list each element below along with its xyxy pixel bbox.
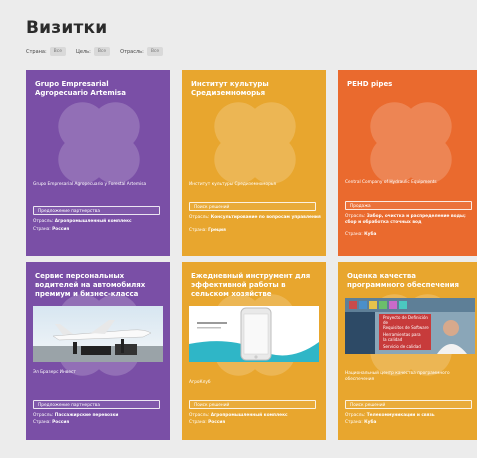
filter-country-select[interactable]: Все [49,47,67,56]
card-1[interactable]: Grupo Empresarial Agropecuario Artemisa … [26,70,170,256]
country-value: Греция [208,228,226,233]
industry-value: Пассажирские перевозки [54,413,119,418]
filter-bar: Страна: Все Цель: Все Отрасль: Все [26,47,173,56]
filter-industry-select[interactable]: Все [146,47,164,56]
business-cards-page: Визитки Страна: Все Цель: Все Отрасль: В… [0,0,477,458]
card-action-button[interactable]: Поиск решений [189,400,316,409]
card-organization: Институт культуры Средиземноморья [189,182,277,187]
card-organization: Национальный центр качества программного… [345,371,450,382]
filter-industry-label: Отрасль: [120,48,144,55]
card-3[interactable]: PEHD pipes Central Company of Hydraulic … [338,70,477,256]
country-label: Страна: [345,420,363,425]
smartphone-illustration [189,306,319,362]
country-value: Куба [364,420,377,425]
card-industry: Отрасль: Агропромышленный комплекс [189,413,321,419]
country-value: Куба [364,232,377,237]
country-value: Россия [208,420,226,425]
card-action-button[interactable]: Предложение партнерства [33,400,160,409]
card-organization: АгроКлуб [189,380,211,385]
card-5[interactable]: Ежедневный инструмент для эффективной ра… [182,262,326,440]
card-image-jet [33,306,163,362]
filter-industry: Отрасль: Все [120,47,164,56]
card-image-presentation: Proyecto de Definición de Requisitos de … [345,298,475,354]
card-industry: Отрасль: Телекоммуникации и связь [345,413,477,419]
country-value: Россия [52,420,70,425]
country-value: Россия [52,227,70,232]
industry-value: Консультирование по вопросам управления [210,215,321,220]
presentation-slide-text: Proyecto de Definición de Requisitos de … [383,315,433,349]
slide-line: Requisitos de Software [383,325,429,330]
card-country: Страна: Куба [345,420,477,426]
industry-label: Отрасль: [33,413,54,418]
industry-label: Отрасль: [189,413,210,418]
card-title: Grupo Empresarial Agropecuario Artemisa [35,80,126,97]
card-organization: Эл Бразерс Инвест [33,370,76,375]
industry-value: Агропромышленный комплекс [210,413,288,418]
card-6[interactable]: Оценка качества программного обеспечения… [338,262,477,440]
industry-label: Отрасль: [345,413,366,418]
card-action-button[interactable]: Продажа [345,201,472,210]
filter-goal-select[interactable]: Все [93,47,111,56]
card-title: Институт культуры Средиземноморья [191,80,269,97]
industry-label: Отрасль: [345,214,366,219]
card-image-phone [189,306,319,362]
private-jet-photo [33,306,163,362]
country-label: Страна: [345,232,363,237]
filter-country: Страна: Все [26,47,67,56]
card-industry: Отрасль: Пассажирские перевозки [33,413,165,419]
card-title: PEHD pipes [347,80,393,88]
card-industry: Отрасль: Забор, очистка и распределение … [345,214,477,226]
card-country: Страна: Куба [345,232,477,238]
slide-line: Proyecto de Definición de [383,315,428,325]
industry-value: Агропромышленный комплекс [54,219,132,224]
filter-country-label: Страна: [26,48,47,55]
card-action-button[interactable]: Поиск решений [345,400,472,409]
industry-value: Телекоммуникации и связь [366,413,435,418]
industry-label: Отрасль: [189,215,210,220]
card-organization: Grupo Empresarial Agropecuario y Foresta… [33,182,147,187]
country-label: Страна: [33,227,51,232]
country-label: Страна: [33,420,51,425]
page-title: Визитки [26,18,108,38]
industry-label: Отрасль: [33,219,54,224]
card-4[interactable]: Сервис персональных водителей на автомоб… [26,262,170,440]
card-action-button[interactable]: Поиск решений [189,202,316,211]
country-label: Страна: [189,420,207,425]
filter-goal: Цель: Все [76,47,111,56]
slide-line: la calidad [383,337,403,342]
card-industry: Отрасль: Консультирование по вопросам уп… [189,215,321,221]
card-title: Ежедневный инструмент для эффективной ра… [191,272,311,298]
card-country: Страна: Россия [189,420,321,426]
country-label: Страна: [189,228,207,233]
card-title: Оценка качества программного обеспечения [347,272,460,289]
card-industry: Отрасль: Агропромышленный комплекс [33,219,165,225]
card-country: Страна: Россия [33,420,165,426]
slide-line: Servicio de calidad [383,344,421,349]
card-country: Страна: Греция [189,228,321,234]
card-2[interactable]: Институт культуры Средиземноморья Инстит… [182,70,326,256]
card-title: Сервис персональных водителей на автомоб… [35,272,146,298]
card-country: Страна: Россия [33,227,165,233]
card-action-button[interactable]: Предложение партнерства [33,206,160,215]
card-organization: Central Company of Hydraulic Equipments [345,180,437,185]
filter-goal-label: Цель: [76,48,91,55]
